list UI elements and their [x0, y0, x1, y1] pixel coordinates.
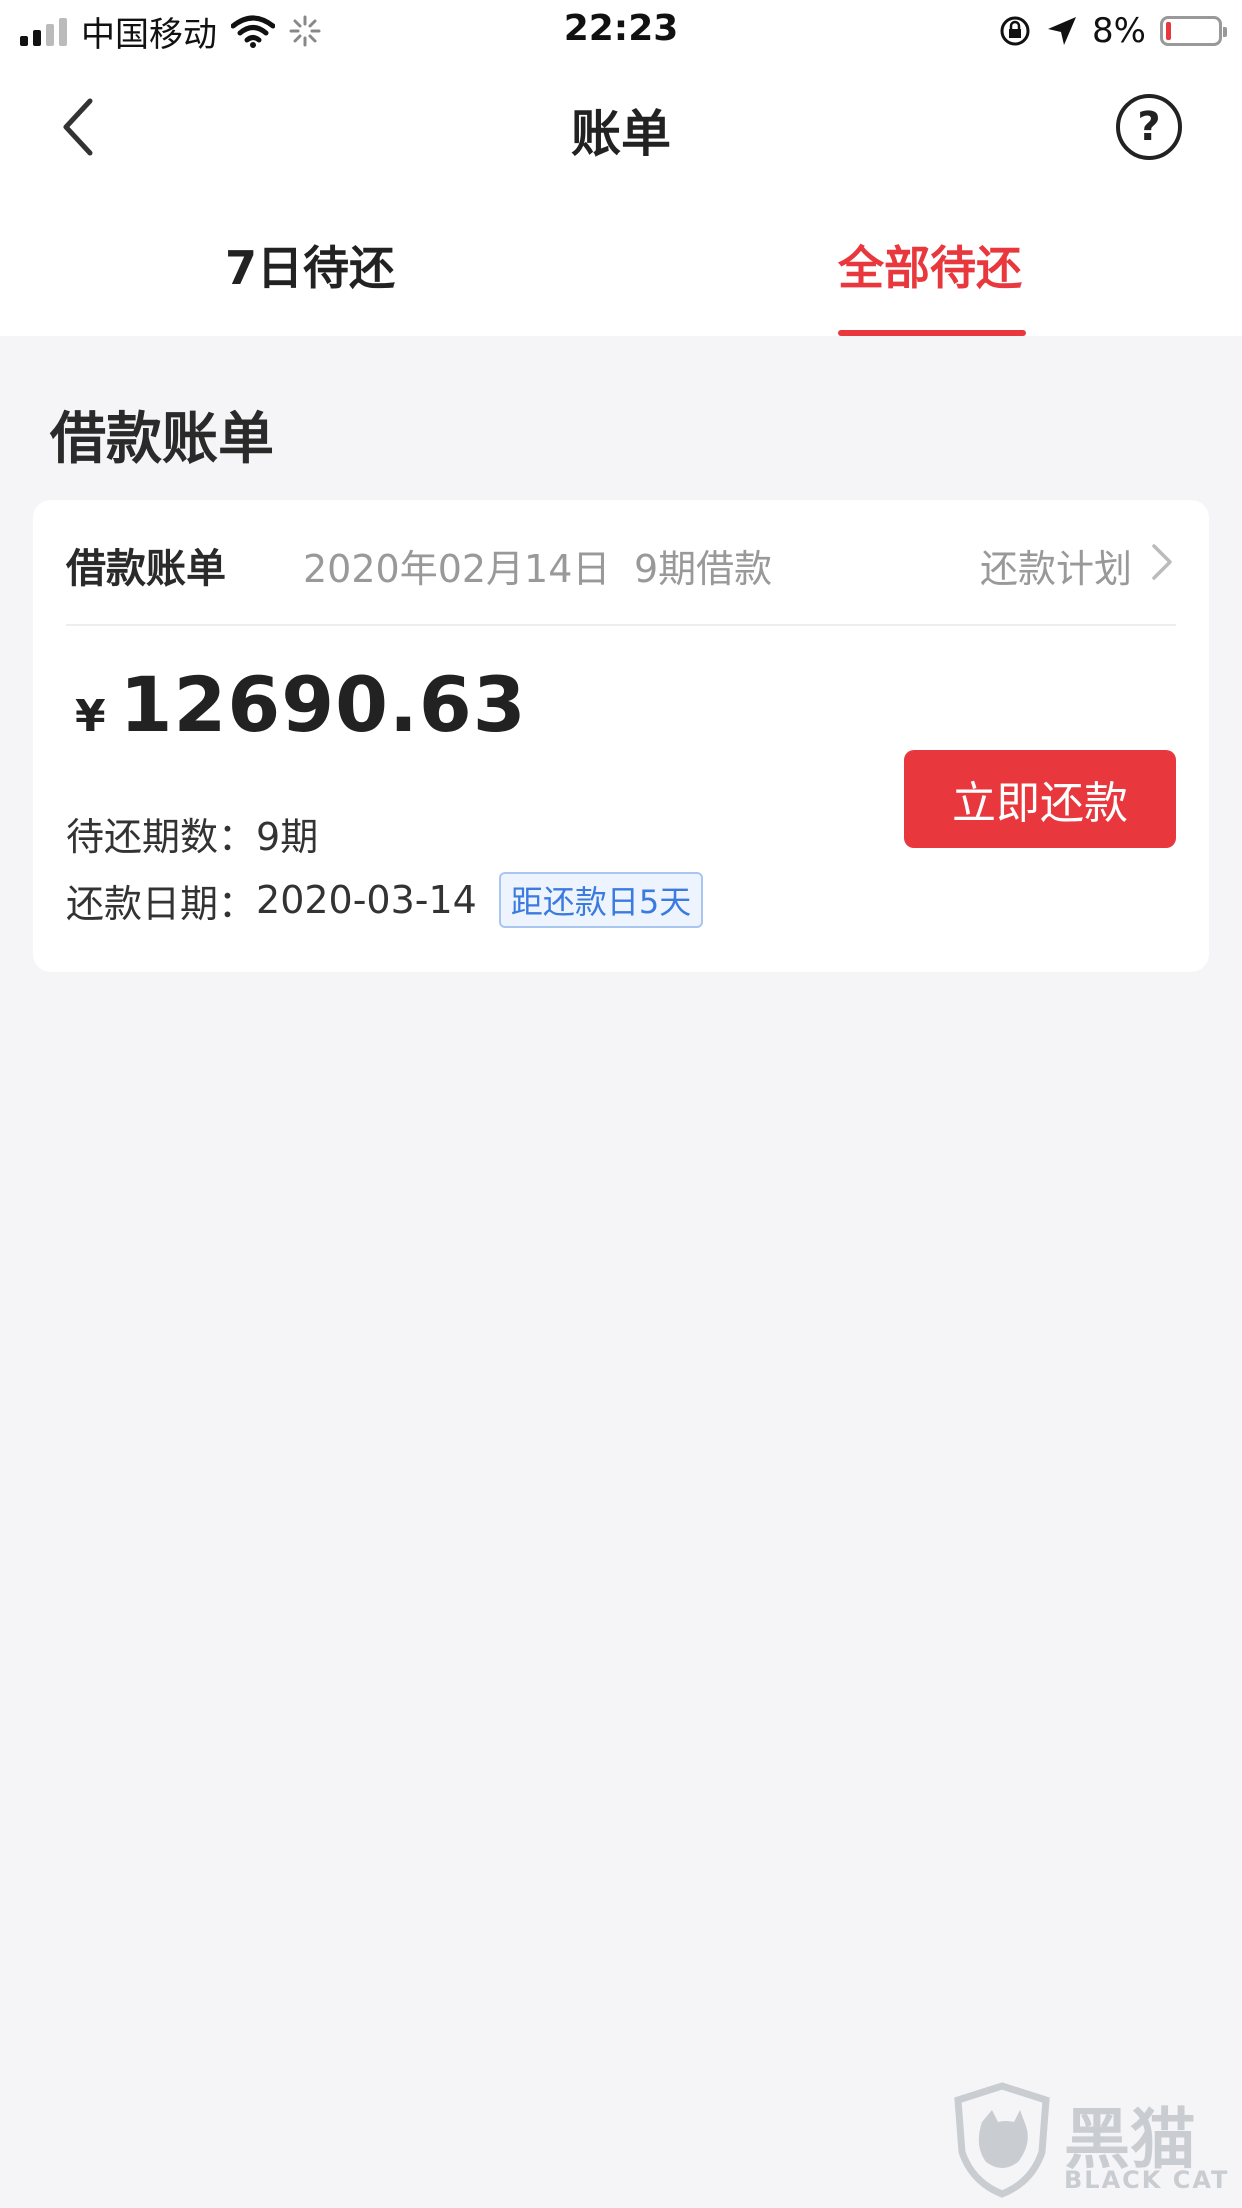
section-title: 借款账单 — [50, 407, 274, 472]
help-button[interactable]: ? — [1116, 94, 1182, 160]
active-tab-indicator — [838, 330, 1026, 336]
loan-date: 2020年02月14日 — [303, 547, 611, 591]
loan-terms: 9期借款 — [634, 547, 773, 591]
battery-icon — [1160, 16, 1227, 46]
remaining-terms-row: 待还期数： 9期 — [66, 806, 318, 861]
remaining-terms-value: 9期 — [256, 815, 319, 859]
chevron-right-icon[interactable] — [1146, 542, 1176, 582]
watermark-subtext: BLACK CAT — [1064, 2166, 1230, 2194]
watermark-logo: 黑猫 BLACK CAT — [952, 2080, 1232, 2200]
remaining-terms-label: 待还期数： — [66, 815, 257, 859]
due-date-row: 还款日期： 2020-03-14 距还款日5天 — [66, 872, 704, 928]
due-date-value: 2020-03-14 — [256, 878, 477, 922]
currency-symbol: ¥ — [75, 691, 106, 742]
tab-7-day-due[interactable]: 7日待还 — [190, 232, 430, 298]
cat-shield-icon — [954, 2082, 1050, 2198]
days-until-due-badge: 距还款日5天 — [498, 872, 704, 928]
repay-now-button[interactable]: 立即还款 — [904, 750, 1176, 848]
rotation-lock-icon — [1000, 16, 1030, 46]
tab-all-due[interactable]: 全部待还 — [810, 232, 1050, 298]
loan-bill-card: 借款账单 2020年02月14日 9期借款 还款计划 ¥ 12690.63 待还… — [33, 500, 1209, 972]
amount-value: 12690.63 — [119, 660, 527, 749]
card-title: 借款账单 — [66, 546, 226, 592]
battery-percent: 8% — [1092, 11, 1146, 51]
question-icon: ? — [1137, 104, 1161, 150]
due-date-label: 还款日期： — [66, 881, 257, 926]
page-title: 账单 — [571, 105, 671, 163]
amount-due: ¥ 12690.63 — [75, 660, 527, 749]
status-bar: 中国移动 22:23 8% — [0, 0, 1242, 62]
card-header: 借款账单 2020年02月14日 9期借款 还款计划 — [66, 500, 1176, 626]
location-icon — [1048, 17, 1077, 45]
repayment-plan-link[interactable]: 还款计划 — [980, 538, 1132, 593]
nav-bar: 账单 ? — [0, 62, 1242, 192]
tab-bar: 7日待还 全部待还 — [0, 192, 1242, 336]
